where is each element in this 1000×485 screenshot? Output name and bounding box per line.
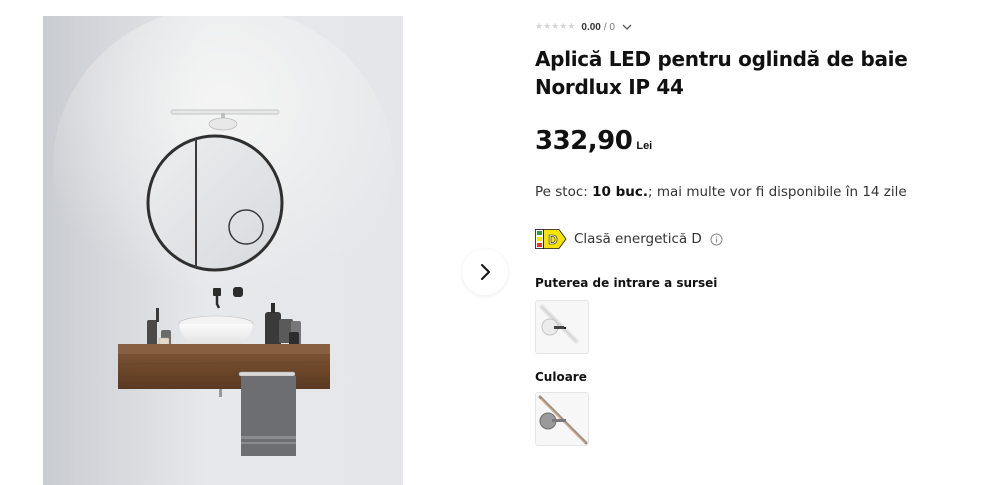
price-currency: Lei xyxy=(636,140,653,152)
star-icon: ★ xyxy=(551,21,560,32)
stock-prefix: Pe stoc: xyxy=(535,184,588,200)
bathroom-photo-illustration xyxy=(43,16,403,485)
chevron-down-icon[interactable] xyxy=(622,24,632,31)
color-variant-swatch[interactable] xyxy=(535,392,589,446)
power-variant-label: Puterea de intrare a sursei xyxy=(535,276,718,290)
energy-badge-letter: D xyxy=(548,232,557,247)
energy-label-icon: D xyxy=(535,229,567,249)
star-icon: ★ xyxy=(535,21,544,32)
product-title-line-1: Aplică LED pentru oglindă de baie xyxy=(535,47,908,71)
star-icon: ★ xyxy=(543,21,552,32)
product-photo[interactable] xyxy=(43,16,403,485)
price-value: 332,90 xyxy=(535,126,633,156)
rating-score: 0.00 xyxy=(581,21,601,33)
product-price: 332,90 Lei xyxy=(535,126,652,156)
rating-stars: ★ ★ ★ ★ ★ xyxy=(535,21,576,32)
product-gallery xyxy=(0,0,510,485)
info-icon[interactable] xyxy=(710,233,723,246)
chevron-right-icon xyxy=(481,264,490,280)
stock-status: Pe stoc: 10 buc.; mai multe vor fi dispo… xyxy=(535,184,907,200)
star-icon: ★ xyxy=(567,21,576,32)
stock-suffix: ; mai multe vor fi disponibile în 14 zil… xyxy=(648,184,907,200)
next-image-button[interactable] xyxy=(462,249,508,295)
power-variant-swatch[interactable] xyxy=(535,300,589,354)
stock-quantity: 10 buc. xyxy=(592,184,649,200)
rating-count: / 0 xyxy=(603,21,615,33)
color-variant-label: Culoare xyxy=(535,370,587,384)
lamp-white-thumbnail xyxy=(536,301,588,353)
energy-class[interactable]: D Clasă energetică D xyxy=(535,229,723,249)
rating-summary[interactable]: ★ ★ ★ ★ ★ 0.00 / 0 xyxy=(535,19,632,35)
product-title-line-2: Nordlux IP 44 xyxy=(535,75,684,99)
star-icon: ★ xyxy=(559,21,568,32)
energy-class-label: Clasă energetică D xyxy=(574,231,702,247)
product-title: Aplică LED pentru oglindă de baie Nordlu… xyxy=(535,45,935,101)
lamp-nickel-thumbnail xyxy=(536,393,588,445)
